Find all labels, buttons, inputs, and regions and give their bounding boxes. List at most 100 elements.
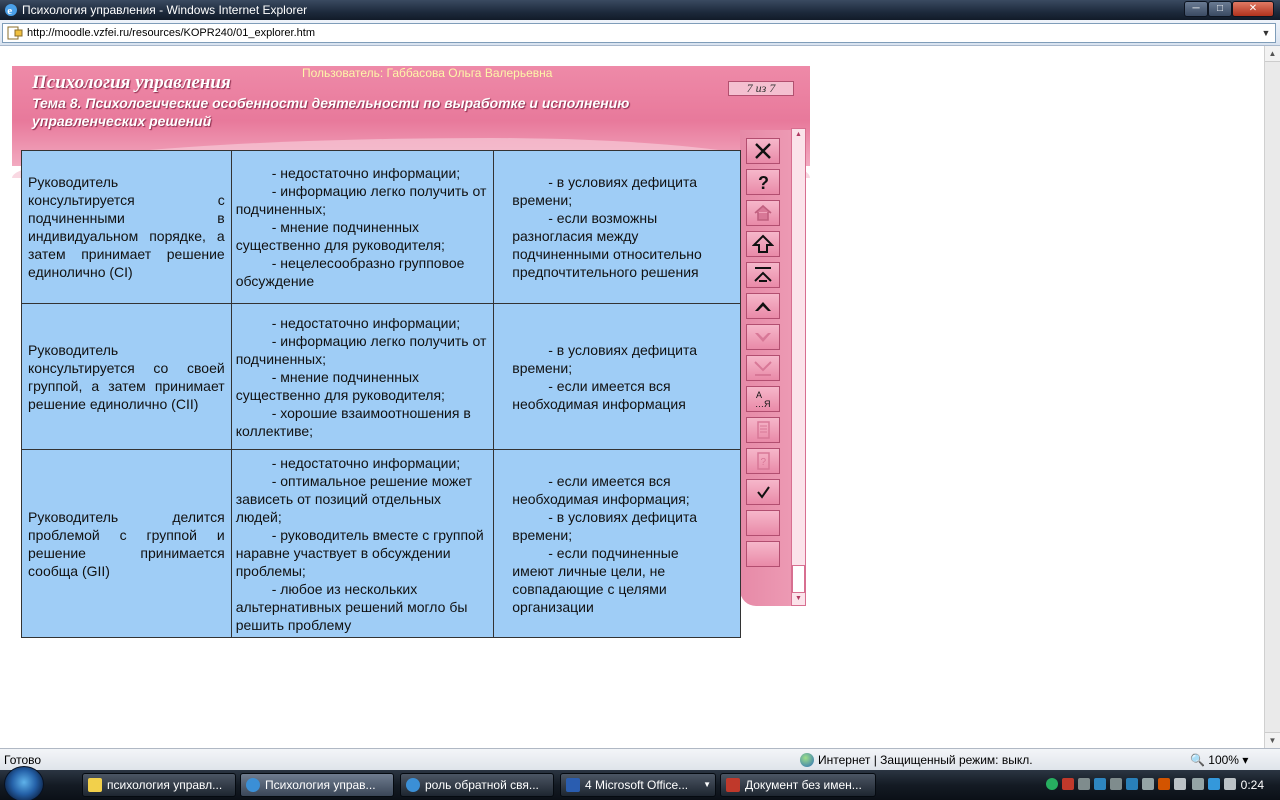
minimize-button[interactable]: ─ [1184,1,1208,17]
svg-text:?: ? [761,457,767,468]
quiz-icon: ? [757,452,770,470]
check-button[interactable] [746,479,780,505]
taskbar-item[interactable]: Психология управ... [240,773,394,797]
scroll-up-icon[interactable]: ▲ [1265,46,1280,62]
list-item: - недостаточно информации; [271,454,461,471]
table-row: Руководитель консультируется с подчиненн… [21,150,741,304]
globe-icon [800,753,814,767]
clock[interactable]: 0:24 [1241,773,1264,797]
table-cell: Руководитель консультируется с подчиненн… [21,150,232,304]
taskbar-item[interactable]: роль обратной свя... [400,773,554,797]
scroll-up-icon[interactable]: ▲ [792,129,805,141]
scroll-down-icon[interactable]: ▼ [1265,732,1280,748]
list-item: - хорошие взаимоотношения в коллективе; [235,404,471,439]
up-level-button[interactable] [746,231,780,257]
taskbar-item[interactable]: психология управл... [82,773,236,797]
network-icon[interactable] [1046,778,1058,790]
ie-icon [246,778,260,792]
antivirus-icon[interactable] [1062,778,1074,790]
tray-icon[interactable] [1078,778,1090,790]
taskbar: психология управл... Психология управ...… [0,766,1280,800]
home-icon [754,204,772,221]
ie-icon: e [5,4,17,17]
glossary-button[interactable]: А …Я [746,386,780,412]
tray-icon[interactable] [1192,778,1204,790]
help-button[interactable]: ? [746,169,780,195]
chevron-down-icon [755,333,771,342]
close-window-button[interactable]: ✕ [1232,1,1274,17]
user-label: Пользователь: Габбасова Ольга Валерьевна [302,66,553,80]
list-item: - мнение подчиненных существенно для рук… [235,368,445,403]
list-item: - недостаточно информации; [271,165,461,181]
folder-icon [88,778,102,792]
to-bottom-icon [754,361,772,376]
word-icon [566,778,580,792]
volume-icon[interactable] [1174,778,1186,790]
maximize-button[interactable]: □ [1208,1,1232,17]
app-icon [726,778,740,792]
list-item: - в условиях дефицита времени; [512,341,697,376]
svg-text:…Я: …Я [755,399,771,409]
url-text: http://moodle.vzfei.ru/resources/KOPR240… [27,27,315,39]
list-item: - любое из нескольких альтернативных реш… [235,580,468,633]
start-button[interactable] [4,766,44,800]
to-top-icon [754,267,772,282]
svg-text:?: ? [758,173,769,192]
group-arrow-icon: ▼ [703,780,711,789]
table-cell: Руководитель консультируется со своей гр… [21,303,232,450]
taskbar-item[interactable]: 4 Microsoft Office... ▼ [560,773,716,797]
help-icon: ? [758,173,769,192]
tray-icon[interactable] [1110,778,1122,790]
speaker-icon[interactable] [1224,778,1236,790]
list-item: - в условиях дефицита времени; [512,174,697,208]
previous-page-button[interactable] [746,293,780,319]
list-item: - если имеется вся необходимая информаци… [512,472,690,507]
list-item: - информацию легко получить от подчиненн… [235,332,487,367]
blank-button-2[interactable] [746,541,780,567]
tray-icon[interactable] [1142,778,1154,790]
table-cell: Руководитель делится проблемой с группой… [21,449,232,638]
address-input[interactable]: http://moodle.vzfei.ru/resources/KOPR240… [2,23,1276,43]
list-item: - если возможны разногласия между подчин… [512,210,702,280]
list-item: - если подчиненные имеют личные цели, не… [512,544,679,615]
address-dropdown-icon[interactable]: ▼ [1259,25,1273,41]
table-cell: - недостаточно информации; - информацию … [230,303,495,450]
table-row: Руководитель консультируется со своей гр… [21,303,741,450]
status-bar: Готово Интернет | Защищенный режим: выкл… [0,748,1280,770]
bluetooth-icon[interactable] [1126,778,1138,790]
table-cell: - в условиях дефицита времени; - если во… [493,150,741,304]
system-tray: 0:24 [1042,773,1280,797]
page-counter: 7 из 7 [728,81,794,96]
list-item: - оптимальное решение может зависеть от … [235,472,473,525]
taskbar-item[interactable]: Документ без имен... [720,773,876,797]
list-item: - нецелесообразно групповое обсуждение [235,255,465,289]
chevron-up-icon [755,302,771,311]
to-first-page-button[interactable] [746,262,780,288]
list-item: - недостаточно информации; [271,314,461,331]
address-bar: http://moodle.vzfei.ru/resources/KOPR240… [0,20,1280,46]
tray-icon[interactable] [1208,778,1220,790]
quiz-button[interactable]: ? [746,448,780,474]
scroll-down-icon[interactable]: ▼ [792,593,805,605]
list-item: - мнение подчиненных существенно для рук… [235,219,445,253]
to-last-page-button[interactable] [746,355,780,381]
document-button[interactable] [746,417,780,443]
zoom-level[interactable]: 🔍 100% ▾ [1190,749,1248,771]
document-icon [757,421,770,439]
browser-scrollbar[interactable]: ▲ ▼ [1264,46,1280,748]
list-item: - в условиях дефицита времени; [512,508,697,543]
next-page-button[interactable] [746,324,780,350]
blank-button-1[interactable] [746,510,780,536]
table-cell: - недостаточно информации; - информацию … [230,150,495,304]
close-course-button[interactable] [746,138,780,164]
content-scrollbar[interactable]: ▲ ▼ [791,128,806,606]
security-zone[interactable]: Интернет | Защищенный режим: выкл. [818,749,1033,771]
tray-icon[interactable] [1094,778,1106,790]
arrow-up-icon [752,234,774,253]
list-item: - руководитель вместе с группой наравне … [235,526,484,579]
table-cell: - в условиях дефицита времени; - если им… [493,303,741,450]
window-title: Психология управления - Windows Internet… [22,3,308,17]
home-button[interactable] [746,200,780,226]
scroll-thumb[interactable] [792,565,805,593]
tray-icon[interactable] [1158,778,1170,790]
